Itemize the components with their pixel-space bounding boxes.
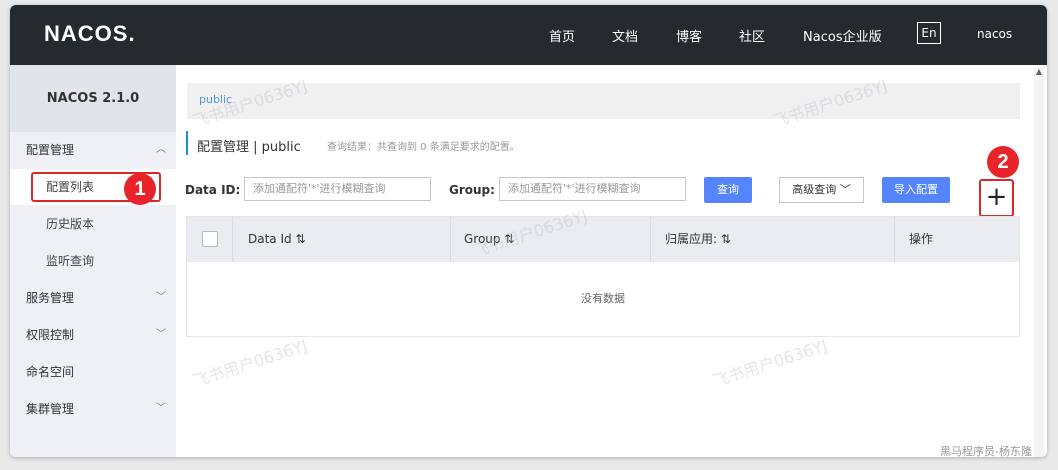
sidebar-item-config-management[interactable]: 配置管理 ︿ [10,132,176,168]
watermark-text: 飞书用户0636YJ [710,335,830,391]
select-all-checkbox[interactable] [202,231,218,247]
scroll-up-icon[interactable]: ▲ [1034,67,1044,79]
column-divider [650,217,651,262]
sidebar-item-label: 监听查询 [46,254,95,268]
nav-enterprise[interactable]: Nacos企业版 [803,26,882,45]
sidebar-item-namespace[interactable]: 命名空间 [10,354,176,390]
table-header: Data Id ⇅ Group ⇅ 归属应用: ⇅ 操作 [187,217,1019,262]
app-window: NACOS. 首页 文档 博客 社区 Nacos企业版 En nacos NAC… [10,5,1047,457]
query-button[interactable]: 查询 [704,177,752,203]
column-divider [232,217,233,262]
sidebar-item-label: 历史版本 [46,217,95,231]
column-header-app[interactable]: 归属应用: ⇅ [665,217,731,262]
top-nav-bar: NACOS. 首页 文档 博客 社区 Nacos企业版 En nacos [10,5,1047,65]
add-config-button[interactable]: + [979,179,1014,217]
title-accent [186,131,188,155]
sidebar-item-label: 权限控制 [26,328,75,342]
language-toggle[interactable]: En [917,22,941,44]
nav-docs[interactable]: 文档 [612,26,638,45]
dataid-input[interactable]: 添加通配符'*'进行模糊查询 [244,177,431,201]
user-name[interactable]: nacos [977,27,1012,41]
group-input[interactable]: 添加通配符'*'进行模糊查询 [499,177,686,201]
advanced-query-button[interactable]: 高级查询 ﹀ [779,177,864,203]
vertical-scrollbar[interactable] [1034,67,1044,457]
footer-watermark: 黑马程序员-杨东隆 [940,445,1032,458]
column-header-group[interactable]: Group ⇅ [464,217,514,262]
sidebar-item-listener-query[interactable]: 监听查询 [10,243,176,279]
sidebar-item-label: 配置管理 [26,143,75,157]
nav-blog[interactable]: 博客 [676,26,702,45]
sidebar-item-cluster-management[interactable]: 集群管理 ﹀ [10,391,176,427]
chevron-down-icon: ﹀ [156,329,166,340]
sidebar: NACOS 2.1.0 配置管理 ︿ 配置列表 历史版本 监听查询 服务管理 ﹀… [10,65,176,457]
sidebar-item-history[interactable]: 历史版本 [10,206,176,242]
column-divider [894,217,895,262]
breadcrumb-namespace[interactable]: public [199,93,232,106]
column-header-actions: 操作 [909,232,934,246]
nav-community[interactable]: 社区 [739,26,765,45]
chevron-down-icon: ﹀ [156,403,166,414]
column-divider [450,217,451,262]
chevron-down-icon: ﹀ [156,292,166,303]
nacos-logo[interactable]: NACOS. [44,21,136,47]
dataid-label: Data ID: [185,183,241,197]
breadcrumb: public [187,83,1020,119]
chevron-up-icon: ︿ [156,144,166,155]
column-header-dataid[interactable]: Data Id ⇅ [248,217,306,262]
version-label: NACOS 2.1.0 [10,65,176,132]
watermark-text: 飞书用户0636YJ [190,335,310,391]
query-result-info: 查询结果：共查询到 0 条满足要求的配置。 [327,142,520,153]
nav-home[interactable]: 首页 [549,26,575,45]
sidebar-item-access-control[interactable]: 权限控制 ﹀ [10,317,176,353]
sidebar-item-label: 集群管理 [26,402,75,416]
config-table: Data Id ⇅ Group ⇅ 归属应用: ⇅ 操作 没有数据 [186,216,1020,337]
import-config-button[interactable]: 导入配置 [882,177,950,203]
page-title: 配置管理 | public [197,140,301,155]
annotation-badge-2: 2 [987,146,1019,178]
empty-state: 没有数据 [581,292,625,305]
sidebar-item-service-management[interactable]: 服务管理 ﹀ [10,280,176,316]
annotation-badge-1: 1 [124,173,156,205]
group-label: Group: [449,183,495,197]
sidebar-item-label: 命名空间 [26,365,75,379]
sidebar-item-label: 服务管理 [26,291,75,305]
